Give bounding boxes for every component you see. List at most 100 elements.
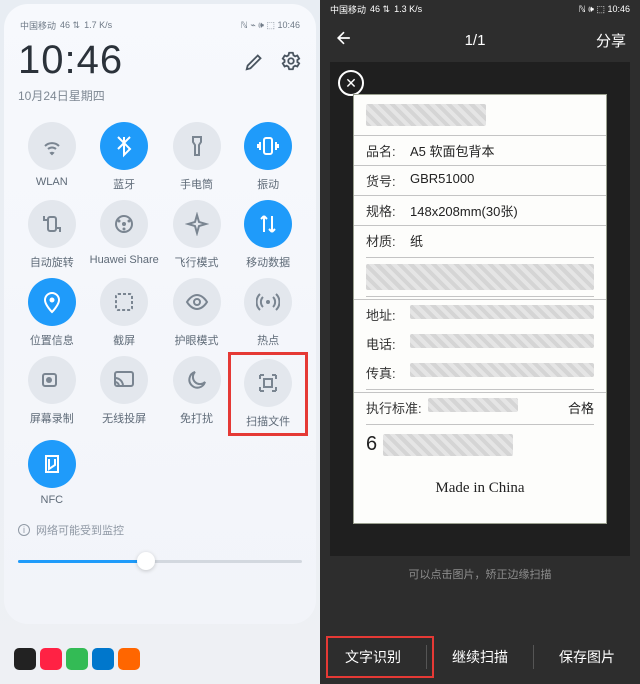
tile-label: 无线投屏 [102, 410, 146, 426]
tiles-grid: WLAN 蓝牙 手电筒 振动自动旋转 Huawei Share 飞行模式 移动数据位置信息 截… [18, 122, 302, 506]
tile-flashlight[interactable]: 手电筒 [163, 122, 231, 192]
dock-app[interactable] [118, 648, 140, 670]
tile-label: 手电筒 [180, 176, 213, 192]
hotspot-icon [244, 278, 292, 326]
settings-icon[interactable] [280, 50, 302, 72]
info-icon: i [18, 524, 30, 536]
tile-label: 自动旋转 [30, 254, 74, 270]
clock-time: 10:46 [18, 38, 123, 83]
scan-result-screen: 中国移动 46 ⇅ 1.3 K/s ℕ 🕪 ⬚ 10:46 1/1 分享 ✕ 品… [320, 0, 640, 684]
record-icon [28, 356, 76, 404]
tile-label: WLAN [36, 176, 68, 188]
page-counter: 1/1 [465, 32, 486, 49]
date-label: 10月24日星期四 [18, 87, 302, 104]
screenshot-icon [100, 278, 148, 326]
data-icon [244, 200, 292, 248]
redacted-text [410, 363, 594, 377]
redacted-text [410, 305, 594, 319]
dock-app[interactable] [40, 648, 62, 670]
tile-vibrate[interactable]: 振动 [234, 122, 302, 192]
redacted-block [366, 264, 594, 290]
field-value: 148x208mm(30张) [410, 201, 594, 220]
tel-label: 电话: [366, 334, 410, 353]
field-key: 货号: [366, 171, 410, 190]
dock-app[interactable] [92, 648, 114, 670]
tile-autorotate[interactable]: 自动旋转 [18, 200, 86, 270]
wifi-icon [28, 122, 76, 170]
tile-cast[interactable]: 无线投屏 [90, 356, 159, 432]
status-bar: 中国移动 46 ⇅ 1.7 K/s ℕ ⌁ 🕪 ⬚ 10:46 [20, 16, 300, 34]
dock [14, 648, 140, 670]
redacted-text [410, 334, 594, 348]
document-preview[interactable]: ✕ 品名:A5 软面包背本货号:GBR51000规格:148x208mm(30张… [330, 62, 630, 556]
flashlight-icon [173, 122, 221, 170]
tile-dnd[interactable]: 免打扰 [163, 356, 231, 432]
scan-icon [244, 359, 292, 407]
tile-eyecare[interactable]: 护眼模式 [163, 278, 231, 348]
rotate-icon [28, 200, 76, 248]
tile-screenshot[interactable]: 截屏 [90, 278, 159, 348]
tile-label: 扫描文件 [246, 413, 290, 429]
share-icon [100, 200, 148, 248]
speed-label: 1.7 K/s [84, 20, 112, 30]
carrier-label: 中国移动 [330, 3, 366, 16]
tile-airplane[interactable]: 飞行模式 [163, 200, 231, 270]
tile-hotspot[interactable]: 热点 [234, 278, 302, 348]
brightness-slider[interactable] [18, 552, 302, 570]
tile-label: 护眼模式 [175, 332, 219, 348]
edit-icon[interactable] [244, 50, 266, 72]
fax-label: 传真: [366, 363, 410, 382]
tile-label: 位置信息 [30, 332, 74, 348]
moon-icon [173, 356, 221, 404]
cast-icon [100, 356, 148, 404]
quick-settings-screen: 中国移动 46 ⇅ 1.7 K/s ℕ ⌁ 🕪 ⬚ 10:46 10:46 10… [0, 0, 320, 684]
field-key: 规格: [366, 201, 410, 220]
field-key: 材质: [366, 231, 410, 250]
tile-nfc[interactable]: NFC [18, 440, 86, 506]
close-icon[interactable]: ✕ [338, 70, 364, 96]
std-status: 合格 [568, 398, 594, 417]
tile-bluetooth[interactable]: 蓝牙 [90, 122, 159, 192]
tile-huaweishare[interactable]: Huawei Share [90, 200, 159, 270]
dock-app[interactable] [66, 648, 88, 670]
redacted-logo [366, 104, 486, 126]
redacted-barcode [383, 434, 513, 456]
network-warning[interactable]: i 网络可能受到监控 [18, 522, 302, 538]
save-image-button[interactable]: 保存图片 [534, 630, 640, 684]
hint-text: 可以点击图片，矫正边缘扫描 [320, 566, 640, 582]
tile-label: 蓝牙 [113, 176, 135, 192]
tile-label: 振动 [257, 176, 279, 192]
tile-location[interactable]: 位置信息 [18, 278, 86, 348]
back-button[interactable] [334, 28, 354, 52]
tile-scandoc[interactable]: 扫描文件 [228, 352, 308, 436]
airplane-icon [173, 200, 221, 248]
tile-label: 屏幕录制 [30, 410, 74, 426]
highlight-ocr [326, 636, 434, 678]
field-value: A5 软面包背本 [410, 141, 594, 160]
net-label: 46 ⇅ [370, 4, 390, 15]
tile-label: 飞行模式 [175, 254, 219, 270]
dock-app[interactable] [14, 648, 36, 670]
field-value: 纸 [410, 231, 594, 250]
status-right: ℕ ⌁ 🕪 ⬚ 10:46 [241, 20, 300, 31]
net-label: 46 ⇅ [60, 20, 80, 31]
tile-label: 移动数据 [246, 254, 290, 270]
carrier-label: 中国移动 [20, 19, 56, 32]
tile-label: 免打扰 [180, 410, 213, 426]
speed-label: 1.3 K/s [394, 4, 422, 14]
scanned-paper: 品名:A5 软面包背本货号:GBR51000规格:148x208mm(30张)材… [353, 94, 607, 524]
status-right: ℕ 🕪 ⬚ 10:46 [579, 4, 630, 15]
continue-scan-button[interactable]: 继续扫描 [427, 630, 533, 684]
tile-label: 截屏 [113, 332, 135, 348]
tile-mobiledata[interactable]: 移动数据 [234, 200, 302, 270]
tile-wlan[interactable]: WLAN [18, 122, 86, 192]
tile-label: Huawei Share [90, 254, 159, 266]
bluetooth-icon [100, 122, 148, 170]
field-key: 品名: [366, 141, 410, 160]
share-button[interactable]: 分享 [596, 30, 626, 51]
vibrate-icon [244, 122, 292, 170]
warning-text: 网络可能受到监控 [36, 522, 124, 538]
eye-icon [173, 278, 221, 326]
tile-label: NFC [41, 494, 64, 506]
tile-screenrec[interactable]: 屏幕录制 [18, 356, 86, 432]
